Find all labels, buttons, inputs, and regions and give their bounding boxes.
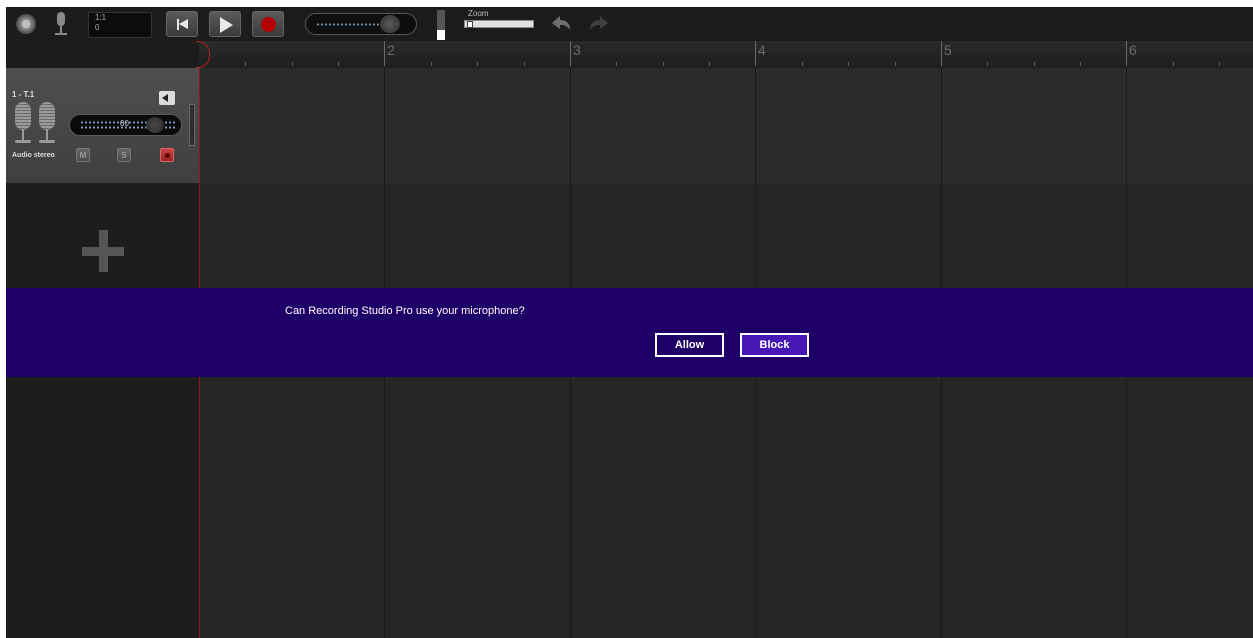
ruler-beat-tick xyxy=(245,62,246,66)
ruler-beat-tick xyxy=(616,62,617,66)
ruler-beat-tick xyxy=(1034,62,1035,66)
position-bar: 1:1 xyxy=(95,13,107,22)
solo-button[interactable]: S xyxy=(117,148,131,162)
recording-studio-app: 1:1 0 Zoom 2 3 4 5 6 1 - T.1 Audio stereo 00… xyxy=(6,7,1253,638)
ruler-beat-tick xyxy=(848,62,849,66)
stereo-microphone-icon xyxy=(13,102,63,146)
play-icon xyxy=(220,17,233,33)
ruler-bar-mark xyxy=(384,41,385,66)
zoom-slider-thumb[interactable] xyxy=(467,21,473,28)
ruler-beat-tick xyxy=(709,62,710,66)
ruler-beat-tick xyxy=(1219,62,1220,66)
ruler-bar-number: 5 xyxy=(944,42,952,58)
ruler-beat-tick xyxy=(802,62,803,66)
ruler-bar-number: 4 xyxy=(758,42,766,58)
skip-to-start-button[interactable] xyxy=(166,11,198,37)
track-type: Audio stereo xyxy=(12,152,55,159)
block-button[interactable]: Block xyxy=(740,333,809,357)
ruler-beat-tick xyxy=(987,62,988,66)
pan-knob-thumb[interactable] xyxy=(146,117,164,133)
position-display: 1:1 0 xyxy=(88,12,152,38)
track-header[interactable]: 1 - T.1 Audio stereo 00 M S xyxy=(6,68,199,183)
ruler-beat-tick xyxy=(1173,62,1174,66)
zoom-slider[interactable] xyxy=(464,20,534,28)
redo-icon[interactable] xyxy=(588,14,610,34)
ruler-spacer xyxy=(6,41,199,68)
track-resize-handle[interactable] xyxy=(189,104,195,146)
undo-icon[interactable] xyxy=(550,14,572,34)
ruler-bar-mark xyxy=(941,41,942,66)
ruler-beat-tick xyxy=(524,62,525,66)
ruler-bar-mark xyxy=(570,41,571,66)
microphone-permission-banner: Can Recording Studio Pro use your microp… xyxy=(6,288,1253,377)
speaker-icon[interactable] xyxy=(159,91,175,105)
ruler-bar-mark xyxy=(755,41,756,66)
microphone-icon[interactable] xyxy=(55,12,67,36)
ruler-bar-number: 6 xyxy=(1129,42,1137,58)
record-arm-button[interactable] xyxy=(160,148,174,162)
knob-thumb[interactable] xyxy=(380,15,400,33)
ruler-bar-number: 3 xyxy=(573,42,581,58)
position-tick: 0 xyxy=(95,23,100,32)
mute-button[interactable]: M xyxy=(76,148,90,162)
master-volume-slider[interactable] xyxy=(437,10,445,40)
track-pan-knob[interactable]: 00 xyxy=(69,114,182,136)
record-button[interactable] xyxy=(252,11,284,37)
ruler-beat-tick xyxy=(292,62,293,66)
ruler-bar-number: 2 xyxy=(387,42,395,58)
add-track-icon[interactable] xyxy=(82,230,124,272)
zoom-label: Zoom xyxy=(468,9,489,18)
play-button[interactable] xyxy=(209,11,241,37)
master-pan-knob[interactable] xyxy=(305,13,417,35)
ruler-bar-mark xyxy=(1126,41,1127,66)
permission-message: Can Recording Studio Pro use your microp… xyxy=(285,305,525,317)
gear-icon[interactable] xyxy=(16,14,36,34)
timeline-ruler[interactable]: 2 3 4 5 6 xyxy=(199,41,1253,68)
ruler-beat-tick xyxy=(663,62,664,66)
ruler-beat-tick xyxy=(477,62,478,66)
ruler-beat-tick xyxy=(1080,62,1081,66)
ruler-beat-tick xyxy=(431,62,432,66)
record-icon xyxy=(261,17,276,32)
toolbar: 1:1 0 Zoom xyxy=(6,7,1253,41)
track-lane[interactable] xyxy=(199,68,1253,183)
ruler-beat-tick xyxy=(338,62,339,66)
allow-button[interactable]: Allow xyxy=(655,333,724,357)
ruler-beat-tick xyxy=(895,62,896,66)
track-name: 1 - T.1 xyxy=(12,90,35,99)
pan-value: 00 xyxy=(120,119,129,128)
